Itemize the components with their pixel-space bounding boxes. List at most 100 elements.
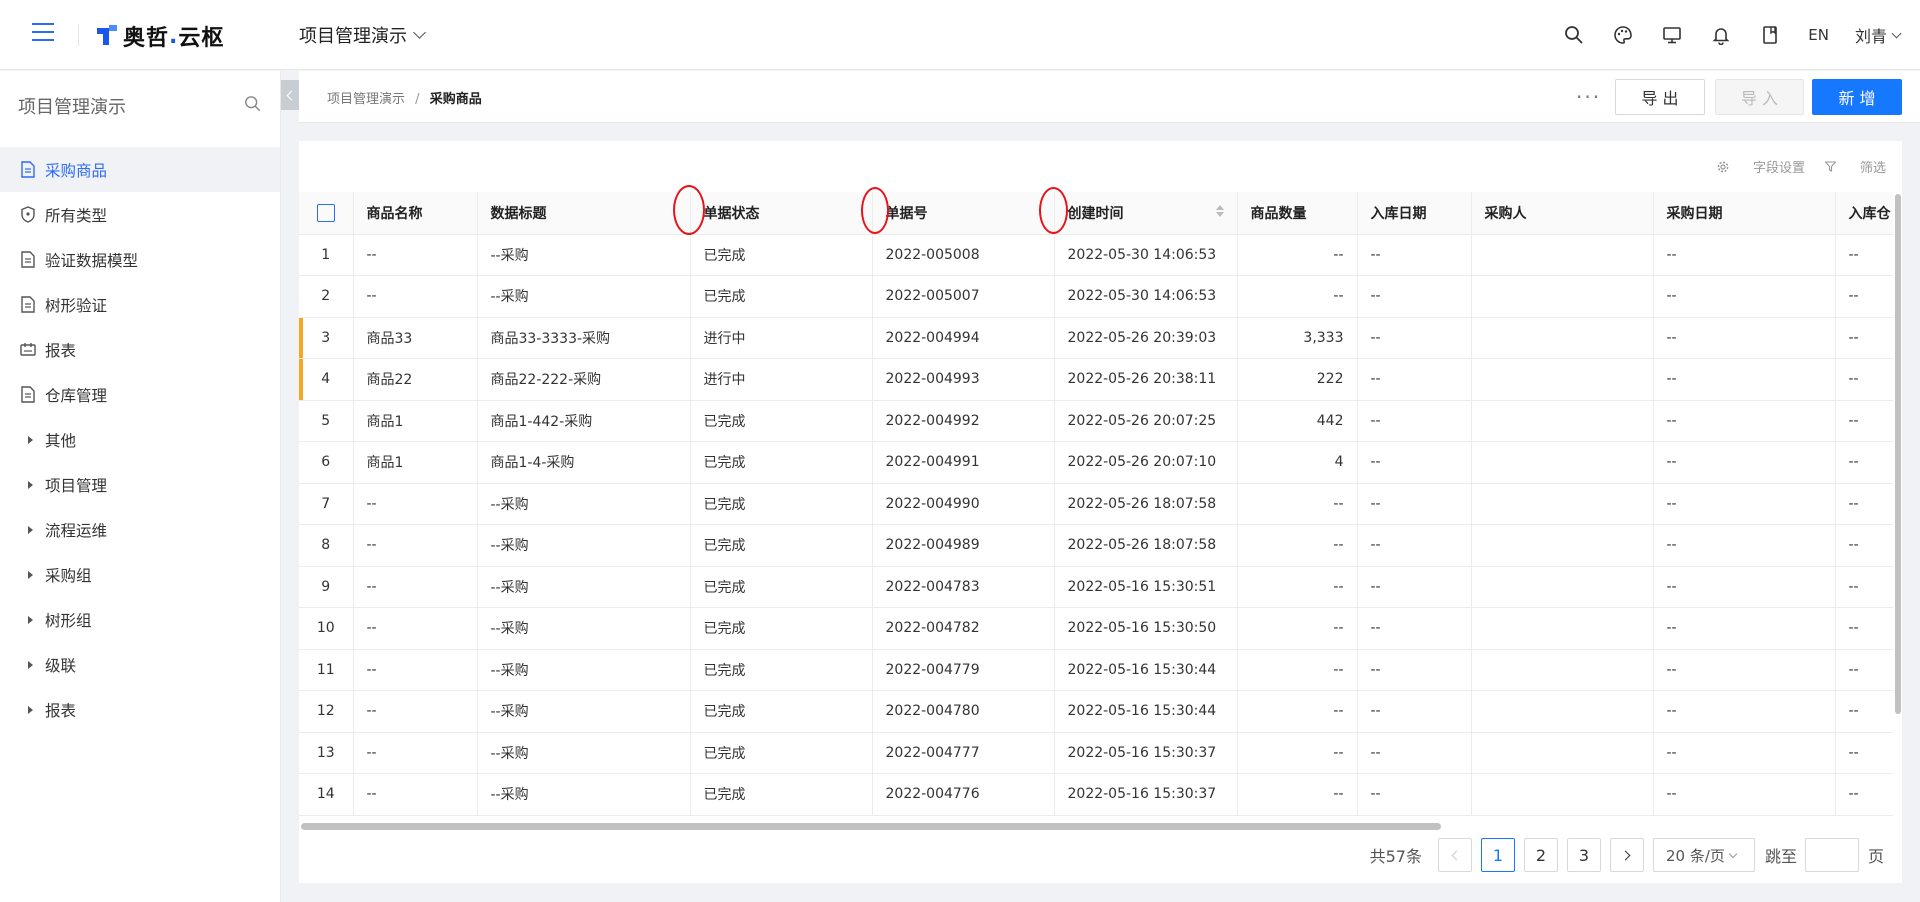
cell-created: 2022-05-16 15:30:51 xyxy=(1054,566,1238,608)
column-header-sortable[interactable]: 创建时间 xyxy=(1054,192,1238,235)
table-row[interactable]: 12 -- --采购 已完成 2022-004780 2022-05-16 15:30:4… xyxy=(299,690,1893,733)
column-header[interactable]: 商品数量 xyxy=(1237,192,1358,235)
cell-name: -- xyxy=(353,690,478,733)
search-icon[interactable] xyxy=(1549,0,1598,70)
cell-buy-date: -- xyxy=(1653,358,1836,401)
table-row[interactable]: 6 商品1 商品1-4-采购 已完成 2022-004991 2022-05-26 20:… xyxy=(299,441,1893,484)
sidebar-item-validate-model[interactable]: 验证数据模型 xyxy=(0,237,280,282)
new-button[interactable]: 新 增 xyxy=(1812,79,1902,115)
table-row[interactable]: 5 商品1 商品1-442-采购 已完成 2022-004992 2022-05-26 2… xyxy=(299,400,1893,442)
bell-icon[interactable] xyxy=(1696,0,1745,70)
chevron-down-icon xyxy=(1891,28,1902,38)
shield-icon xyxy=(20,206,36,224)
page-size-select[interactable]: 20 条/页 xyxy=(1652,838,1755,872)
sidebar-group-tree[interactable]: 树形组 xyxy=(0,597,280,642)
column-header[interactable]: 单据状态 xyxy=(690,192,873,235)
table-row[interactable]: 9 -- --采购 已完成 2022-004783 2022-05-16 15:30:51… xyxy=(299,566,1893,608)
logo[interactable]: 奥哲 . 云枢 xyxy=(97,22,224,51)
table-row[interactable]: 8 -- --采购 已完成 2022-004989 2022-05-26 18:07:58… xyxy=(299,524,1893,567)
cell-no: 2022-004780 xyxy=(872,690,1055,733)
sidebar-header: 项目管理演示 xyxy=(0,71,280,141)
row-index: 13 xyxy=(299,732,354,774)
page-button[interactable]: 1 xyxy=(1480,838,1515,872)
row-index: 2 xyxy=(299,275,354,318)
more-actions-button[interactable]: ··· xyxy=(1576,85,1601,109)
chevron-left-icon xyxy=(1451,850,1462,860)
breadcrumb-root[interactable]: 项目管理演示 xyxy=(327,92,405,107)
import-button[interactable]: 导 入 xyxy=(1715,79,1804,115)
sidebar-item-report[interactable]: 报表 xyxy=(0,327,280,372)
table-row[interactable]: 1 -- --采购 已完成 2022-005008 2022-05-30 14:06:53… xyxy=(299,234,1893,276)
sidebar-item-all-types[interactable]: 所有类型 xyxy=(0,192,280,237)
column-header[interactable]: 单据号 xyxy=(872,192,1055,235)
page-button[interactable]: 3 xyxy=(1566,838,1601,872)
sidebar-item-purchase-goods[interactable]: 采购商品 xyxy=(0,147,280,192)
table-row[interactable]: 13 -- --采购 已完成 2022-004777 2022-05-16 15:30:3… xyxy=(299,732,1893,774)
page-button[interactable]: 2 xyxy=(1523,838,1558,872)
cell-in-date: -- xyxy=(1357,773,1472,816)
table-scroll-area[interactable]: 商品名称 数据标题 单据状态 单据号 创建时间 商品数量 入库日期 采购人 采购… xyxy=(299,192,1893,824)
sidebar-group-other[interactable]: 其他 xyxy=(0,417,280,462)
horizontal-scrollbar[interactable] xyxy=(299,822,1893,830)
column-header[interactable]: 入库日期 xyxy=(1357,192,1472,235)
cell-no: 2022-005008 xyxy=(872,234,1055,276)
table-row[interactable]: 11 -- --采购 已完成 2022-004779 2022-05-16 15:30:4… xyxy=(299,649,1893,691)
cell-in-date: -- xyxy=(1357,441,1472,484)
field-settings-button[interactable]: 字段设置 xyxy=(1717,157,1805,176)
table-row[interactable]: 4 商品22 商品22-222-采购 进行中 2022-004993 2022-05-26… xyxy=(299,358,1893,401)
filter-button[interactable]: 筛选 xyxy=(1824,157,1886,176)
sidebar-group-cascade[interactable]: 级联 xyxy=(0,642,280,687)
sidebar-group-purchase[interactable]: 采购组 xyxy=(0,552,280,597)
user-menu[interactable]: 刘青 xyxy=(1843,23,1902,47)
table-row[interactable]: 7 -- --采购 已完成 2022-004990 2022-05-26 18:07:58… xyxy=(299,483,1893,525)
cell-buyer xyxy=(1471,400,1654,442)
project-switcher[interactable]: 项目管理演示 xyxy=(299,22,426,48)
cell-buyer xyxy=(1471,649,1654,691)
cell-status: 已完成 xyxy=(690,524,873,567)
sidebar-group-label: 级联 xyxy=(45,656,77,675)
logo-text: 奥哲 xyxy=(123,26,170,51)
sort-icon[interactable] xyxy=(1215,204,1224,217)
cell-name: -- xyxy=(353,773,478,816)
cell-qty: -- xyxy=(1237,773,1358,816)
column-header[interactable]: 采购人 xyxy=(1471,192,1654,235)
column-header[interactable]: 数据标题 xyxy=(477,192,691,235)
sidebar-collapse-button[interactable] xyxy=(281,80,299,110)
cell-buy-date: -- xyxy=(1653,483,1836,525)
select-all-checkbox[interactable] xyxy=(316,203,335,222)
search-icon[interactable] xyxy=(244,95,262,117)
book-icon[interactable] xyxy=(1745,0,1794,70)
sidebar-group-label: 树形组 xyxy=(45,611,92,630)
table-body: 1 -- --采购 已完成 2022-005008 2022-05-30 14:06:53… xyxy=(299,234,1893,816)
cell-warehouse: -- xyxy=(1835,566,1893,608)
next-page-button[interactable] xyxy=(1609,838,1644,872)
export-button[interactable]: 导 出 xyxy=(1615,79,1705,115)
table-row[interactable]: 3 商品33 商品33-3333-采购 进行中 2022-004994 2022-05-2… xyxy=(299,317,1893,359)
scrollbar-thumb[interactable] xyxy=(1895,194,1901,714)
sidebar-item-tree-validate[interactable]: 树形验证 xyxy=(0,282,280,327)
column-header[interactable]: 采购日期 xyxy=(1653,192,1836,235)
jump-page-input[interactable] xyxy=(1804,838,1859,872)
cell-warehouse: -- xyxy=(1835,483,1893,525)
column-header[interactable]: 入库仓 xyxy=(1835,192,1893,235)
cell-no: 2022-004989 xyxy=(872,524,1055,567)
sidebar-item-warehouse[interactable]: 仓库管理 xyxy=(0,372,280,417)
cell-name: -- xyxy=(353,524,478,567)
hamburger-menu-icon[interactable] xyxy=(32,23,54,43)
palette-icon[interactable] xyxy=(1598,0,1647,70)
table-row[interactable]: 14 -- --采购 已完成 2022-004776 2022-05-16 15:30:3… xyxy=(299,773,1893,816)
language-switch[interactable]: EN xyxy=(1794,26,1843,44)
vertical-scrollbar[interactable] xyxy=(1894,192,1902,822)
cell-name: -- xyxy=(353,234,478,276)
column-header[interactable]: 商品名称 xyxy=(353,192,478,235)
cell-title: --采购 xyxy=(477,732,691,774)
sidebar-group-report[interactable]: 报表 xyxy=(0,687,280,732)
sidebar-group-workflow[interactable]: 流程运维 xyxy=(0,507,280,552)
prev-page-button[interactable] xyxy=(1437,838,1472,872)
scrollbar-thumb[interactable] xyxy=(301,823,1441,830)
sidebar-group-project[interactable]: 项目管理 xyxy=(0,462,280,507)
table-row[interactable]: 2 -- --采购 已完成 2022-005007 2022-05-30 14:06:53… xyxy=(299,275,1893,318)
monitor-icon[interactable] xyxy=(1647,0,1696,70)
document-icon xyxy=(20,386,36,404)
table-row[interactable]: 10 -- --采购 已完成 2022-004782 2022-05-16 15:30:5… xyxy=(299,607,1893,650)
